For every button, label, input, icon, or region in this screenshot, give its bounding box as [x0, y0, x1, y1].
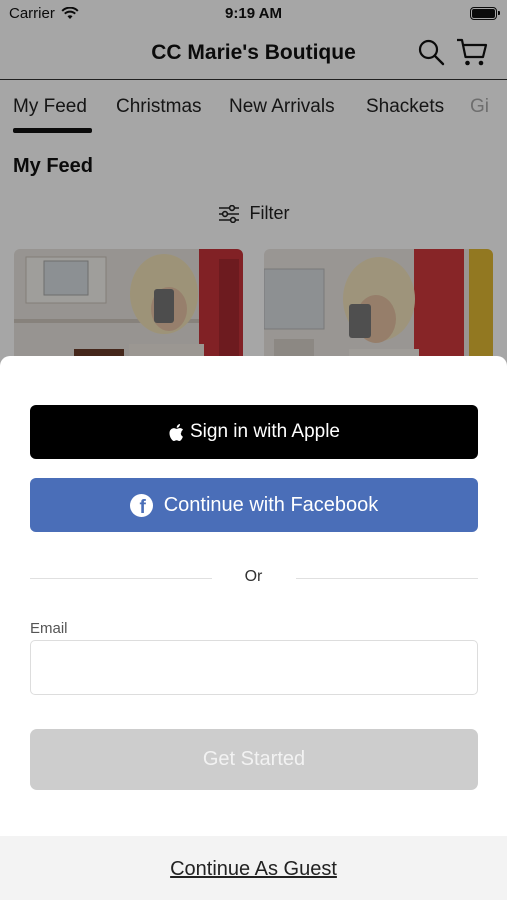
get-started-label: Get Started: [202, 748, 306, 770]
or-separator: Or: [244, 568, 263, 585]
apple-button-label: Sign in with Apple: [190, 421, 340, 442]
guest-bar: Continue As Guest: [0, 836, 507, 900]
sign-in-apple-button[interactable]: Sign in with Apple: [30, 405, 478, 459]
email-label: Email: [30, 620, 68, 637]
apple-icon: [169, 423, 184, 441]
sign-in-sheet: Sign in with Apple f Continue with Faceb…: [0, 356, 507, 900]
divider: [296, 578, 478, 579]
continue-as-guest-link[interactable]: Continue As Guest: [0, 858, 507, 881]
get-started-button[interactable]: Get Started: [30, 729, 478, 790]
continue-facebook-button[interactable]: f Continue with Facebook: [30, 478, 478, 532]
facebook-icon: f: [129, 493, 153, 517]
email-field[interactable]: [30, 640, 478, 695]
facebook-button-label: Continue with Facebook: [163, 493, 379, 516]
